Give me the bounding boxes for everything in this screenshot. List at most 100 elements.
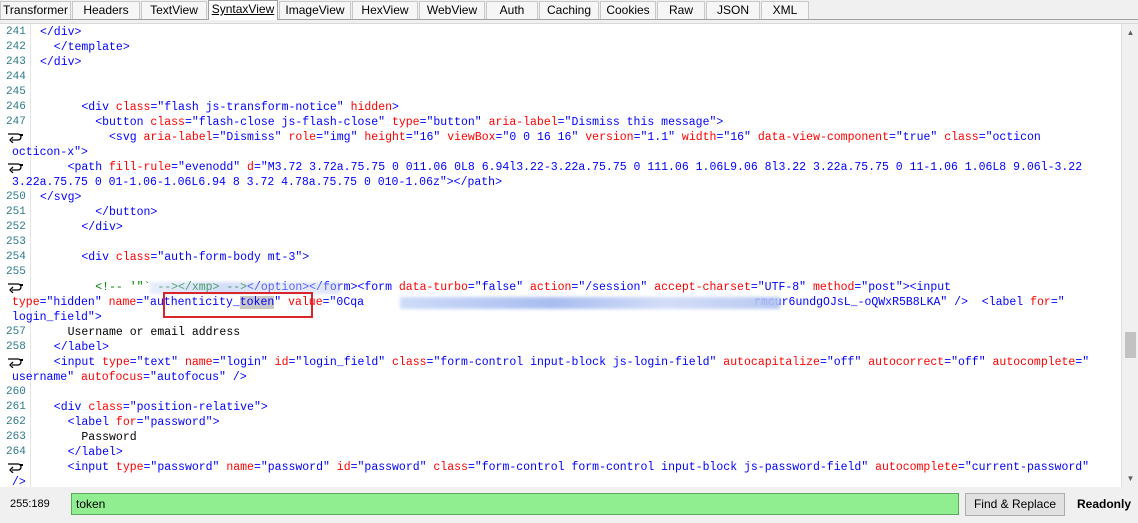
redaction-blur	[400, 297, 780, 309]
value-token: ="post"	[854, 281, 903, 294]
value-token: rmcur6undgOJsL_-oQWxR5B8LKA"	[754, 296, 948, 309]
tab-textview[interactable]: TextView	[141, 1, 207, 19]
code-text: />	[12, 476, 26, 487]
tab-transformer[interactable]: Transformer	[0, 1, 71, 19]
value-token: ="login"	[212, 356, 268, 369]
value-token: ="form-control input-block js-login-fiel…	[426, 356, 717, 369]
line-number: 257	[6, 326, 26, 338]
value-token: ="position-relative"	[122, 401, 261, 414]
value-token: "flash-close js-flash-close"	[191, 116, 386, 129]
find-replace-button[interactable]: Find & Replace	[965, 493, 1065, 516]
attr-token: aria-label	[481, 116, 558, 129]
attr-token: d	[240, 161, 254, 174]
line-number: 260	[6, 386, 26, 398]
attr-token: version	[578, 131, 634, 144]
code-text: </div>	[40, 221, 123, 234]
code-text: </label>	[40, 446, 123, 459]
find-input[interactable]: token	[71, 493, 959, 515]
value-token: ="auth-form-body mt-3"	[150, 251, 303, 264]
tab-hexview[interactable]: HexView	[352, 1, 418, 19]
tab-raw[interactable]: Raw	[657, 1, 705, 19]
wrap-arrow-icon	[6, 162, 24, 174]
tab-xml[interactable]: XML	[761, 1, 809, 19]
code-text: </label>	[40, 341, 110, 354]
attr-token: accept-charset	[647, 281, 751, 294]
tag-token: <label	[40, 416, 116, 429]
punct-token: >	[260, 401, 268, 414]
line-number: 245	[6, 86, 26, 98]
code-text: <div class="position-relative">	[40, 400, 268, 415]
attr-token: action	[523, 281, 572, 294]
value-token: ="Dismiss"	[212, 131, 282, 144]
attr-token: name	[219, 461, 254, 474]
value-token: ="hidden"	[39, 296, 102, 309]
punct-token: >	[716, 116, 724, 129]
code-text: <input type="password" name="password" i…	[40, 460, 1089, 475]
tab-label: Raw	[668, 3, 693, 17]
line-number: 252	[6, 221, 26, 233]
scroll-down-icon[interactable]: ▼	[1122, 470, 1138, 487]
readonly-label: Readonly	[1077, 497, 1132, 511]
value-token: ="1.1"	[633, 131, 676, 144]
tab-label: JSON	[716, 3, 749, 17]
code-text: </svg>	[40, 191, 82, 204]
code-text: <path fill-rule="evenodd" d="M3.72 3.72a…	[40, 160, 1083, 175]
value-token: ="evenodd"	[171, 161, 241, 174]
value-token: ="0Cqa	[322, 296, 365, 309]
line-number: 254	[6, 251, 26, 263]
attr-token: class	[115, 251, 151, 264]
value-token: ="password"	[136, 416, 213, 429]
tab-label: Transformer	[3, 3, 68, 17]
attr-token: fill-rule	[109, 161, 172, 174]
tab-json[interactable]: JSON	[706, 1, 760, 19]
code-text: <svg aria-label="Dismiss" role="img" hei…	[40, 130, 1041, 145]
value-token: ="false"	[467, 281, 524, 294]
tab-cookies[interactable]: Cookies	[600, 1, 656, 19]
attr-token: height	[357, 131, 406, 144]
value-token: ="/session"	[571, 281, 648, 294]
value-token: ="	[1050, 296, 1065, 309]
attr-token: id	[267, 356, 289, 369]
tab-syntaxview[interactable]: SyntaxView	[208, 0, 278, 20]
tab-auth[interactable]: Auth	[486, 1, 538, 19]
tab-label: Cookies	[606, 3, 650, 17]
vertical-scrollbar[interactable]: ▲ ▼	[1121, 24, 1138, 487]
attr-token: class	[150, 116, 185, 129]
tab-label: Caching	[546, 3, 592, 17]
tab-headers[interactable]: Headers	[72, 1, 140, 19]
tab-caching[interactable]: Caching	[539, 1, 599, 19]
attr-token: autocapitalize	[716, 356, 820, 369]
tab-label: Auth	[499, 3, 525, 17]
tab-label: ImageView	[285, 3, 345, 17]
code-text: </template>	[40, 41, 130, 54]
tab-imageview[interactable]: ImageView	[279, 1, 351, 19]
value-token: ="form-control form-control input-block …	[467, 461, 869, 474]
tag-token: <div	[40, 401, 89, 414]
line-number: 255	[6, 266, 26, 278]
line-number: 243	[6, 56, 26, 68]
attr-token: role	[281, 131, 317, 144]
code-text: </div>	[40, 26, 82, 39]
value-token: ="M3.72 3.72a.75.75 0 011.06 0L8 6.94l3.…	[253, 161, 1083, 174]
code-text: Password	[40, 431, 137, 444]
punct-token: =	[557, 116, 565, 129]
code-text: <div class="auth-form-body mt-3">	[40, 250, 309, 265]
attr-token: width	[675, 131, 717, 144]
tab-webview[interactable]: WebView	[419, 1, 485, 19]
attr-token: class	[937, 131, 979, 144]
attr-token: name	[178, 356, 213, 369]
syntax-editor[interactable]: 241 </div> 242 </template> 243 </div> 244 …	[0, 23, 1138, 487]
line-number: 264	[6, 446, 26, 458]
punct-token: >	[302, 251, 310, 264]
attr-token: for	[1030, 296, 1051, 309]
scroll-thumb[interactable]	[1125, 332, 1136, 358]
code-text: </div>	[40, 56, 82, 69]
code-text: Username or email address	[40, 326, 241, 339]
line-number: 250	[6, 191, 26, 203]
attr-token: class	[426, 461, 468, 474]
attr-token: class	[88, 401, 123, 414]
scroll-up-icon[interactable]: ▲	[1122, 24, 1138, 41]
value-token: ="off"	[944, 356, 986, 369]
value-token: ="true"	[888, 131, 938, 144]
value-token: "button"	[426, 116, 482, 129]
